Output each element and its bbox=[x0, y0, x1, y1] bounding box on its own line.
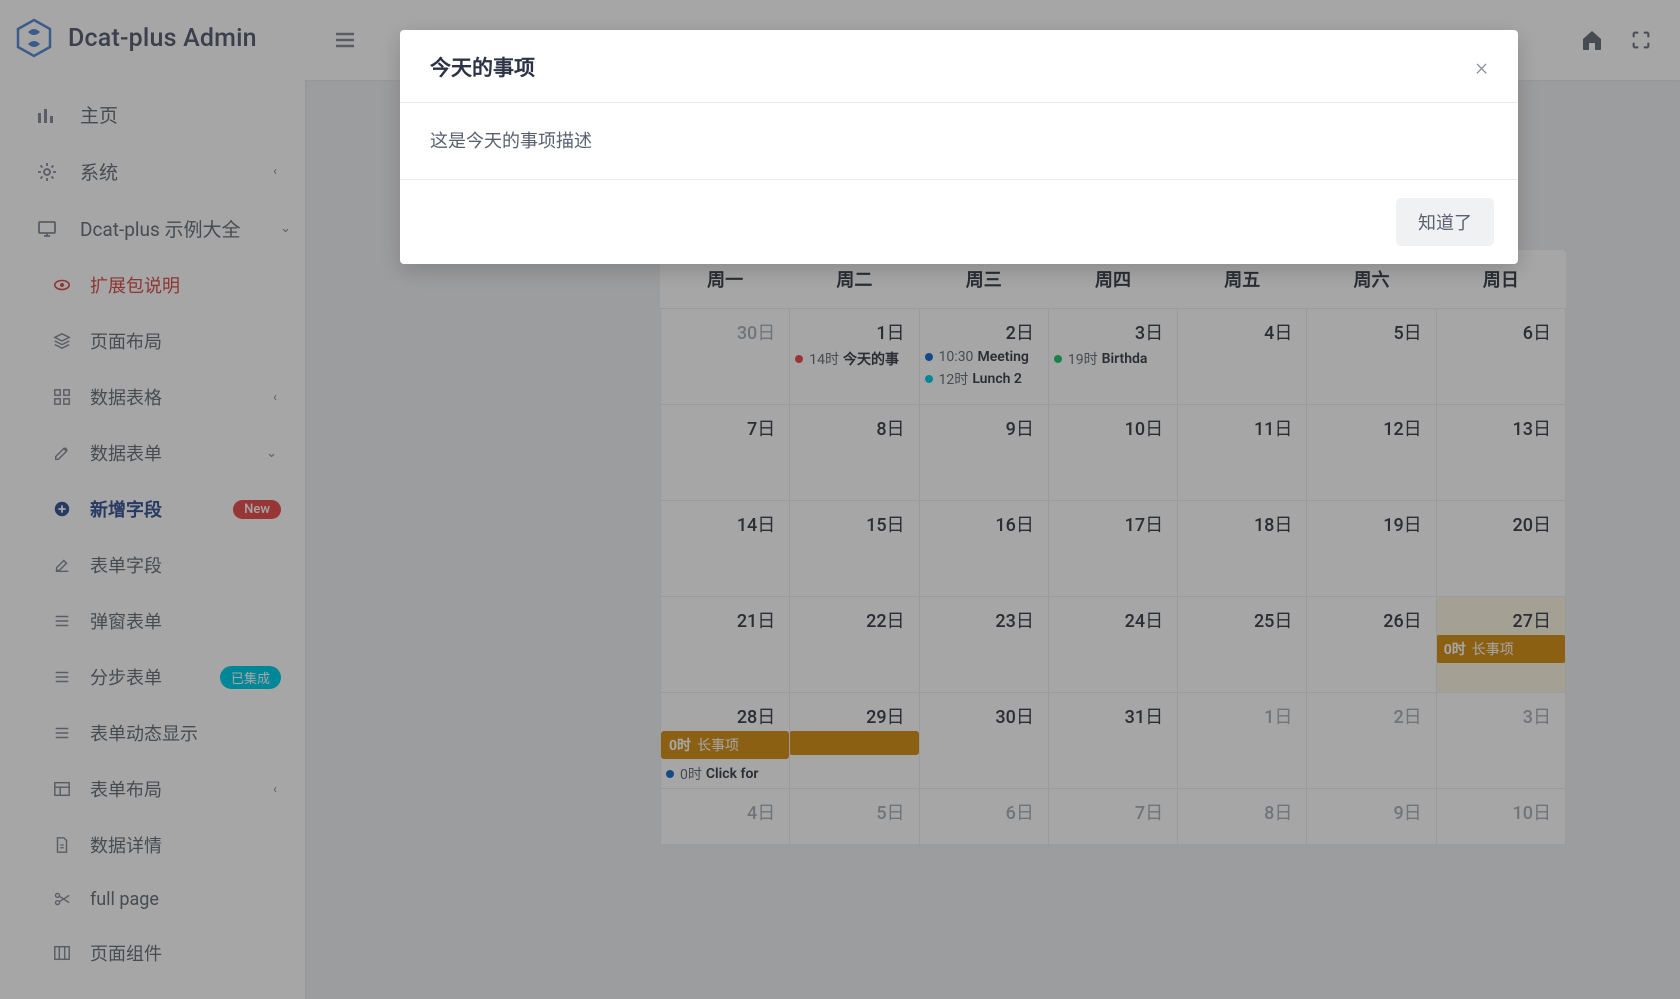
modal-footer: 知道了 bbox=[400, 180, 1518, 264]
close-icon[interactable]: × bbox=[1475, 53, 1488, 81]
modal-ok-button[interactable]: 知道了 bbox=[1396, 198, 1494, 246]
modal: 今天的事项 × 这是今天的事项描述 知道了 bbox=[400, 30, 1518, 264]
modal-header: 今天的事项 × bbox=[400, 30, 1518, 103]
modal-body: 这是今天的事项描述 bbox=[400, 103, 1518, 180]
modal-title: 今天的事项 bbox=[430, 52, 535, 82]
